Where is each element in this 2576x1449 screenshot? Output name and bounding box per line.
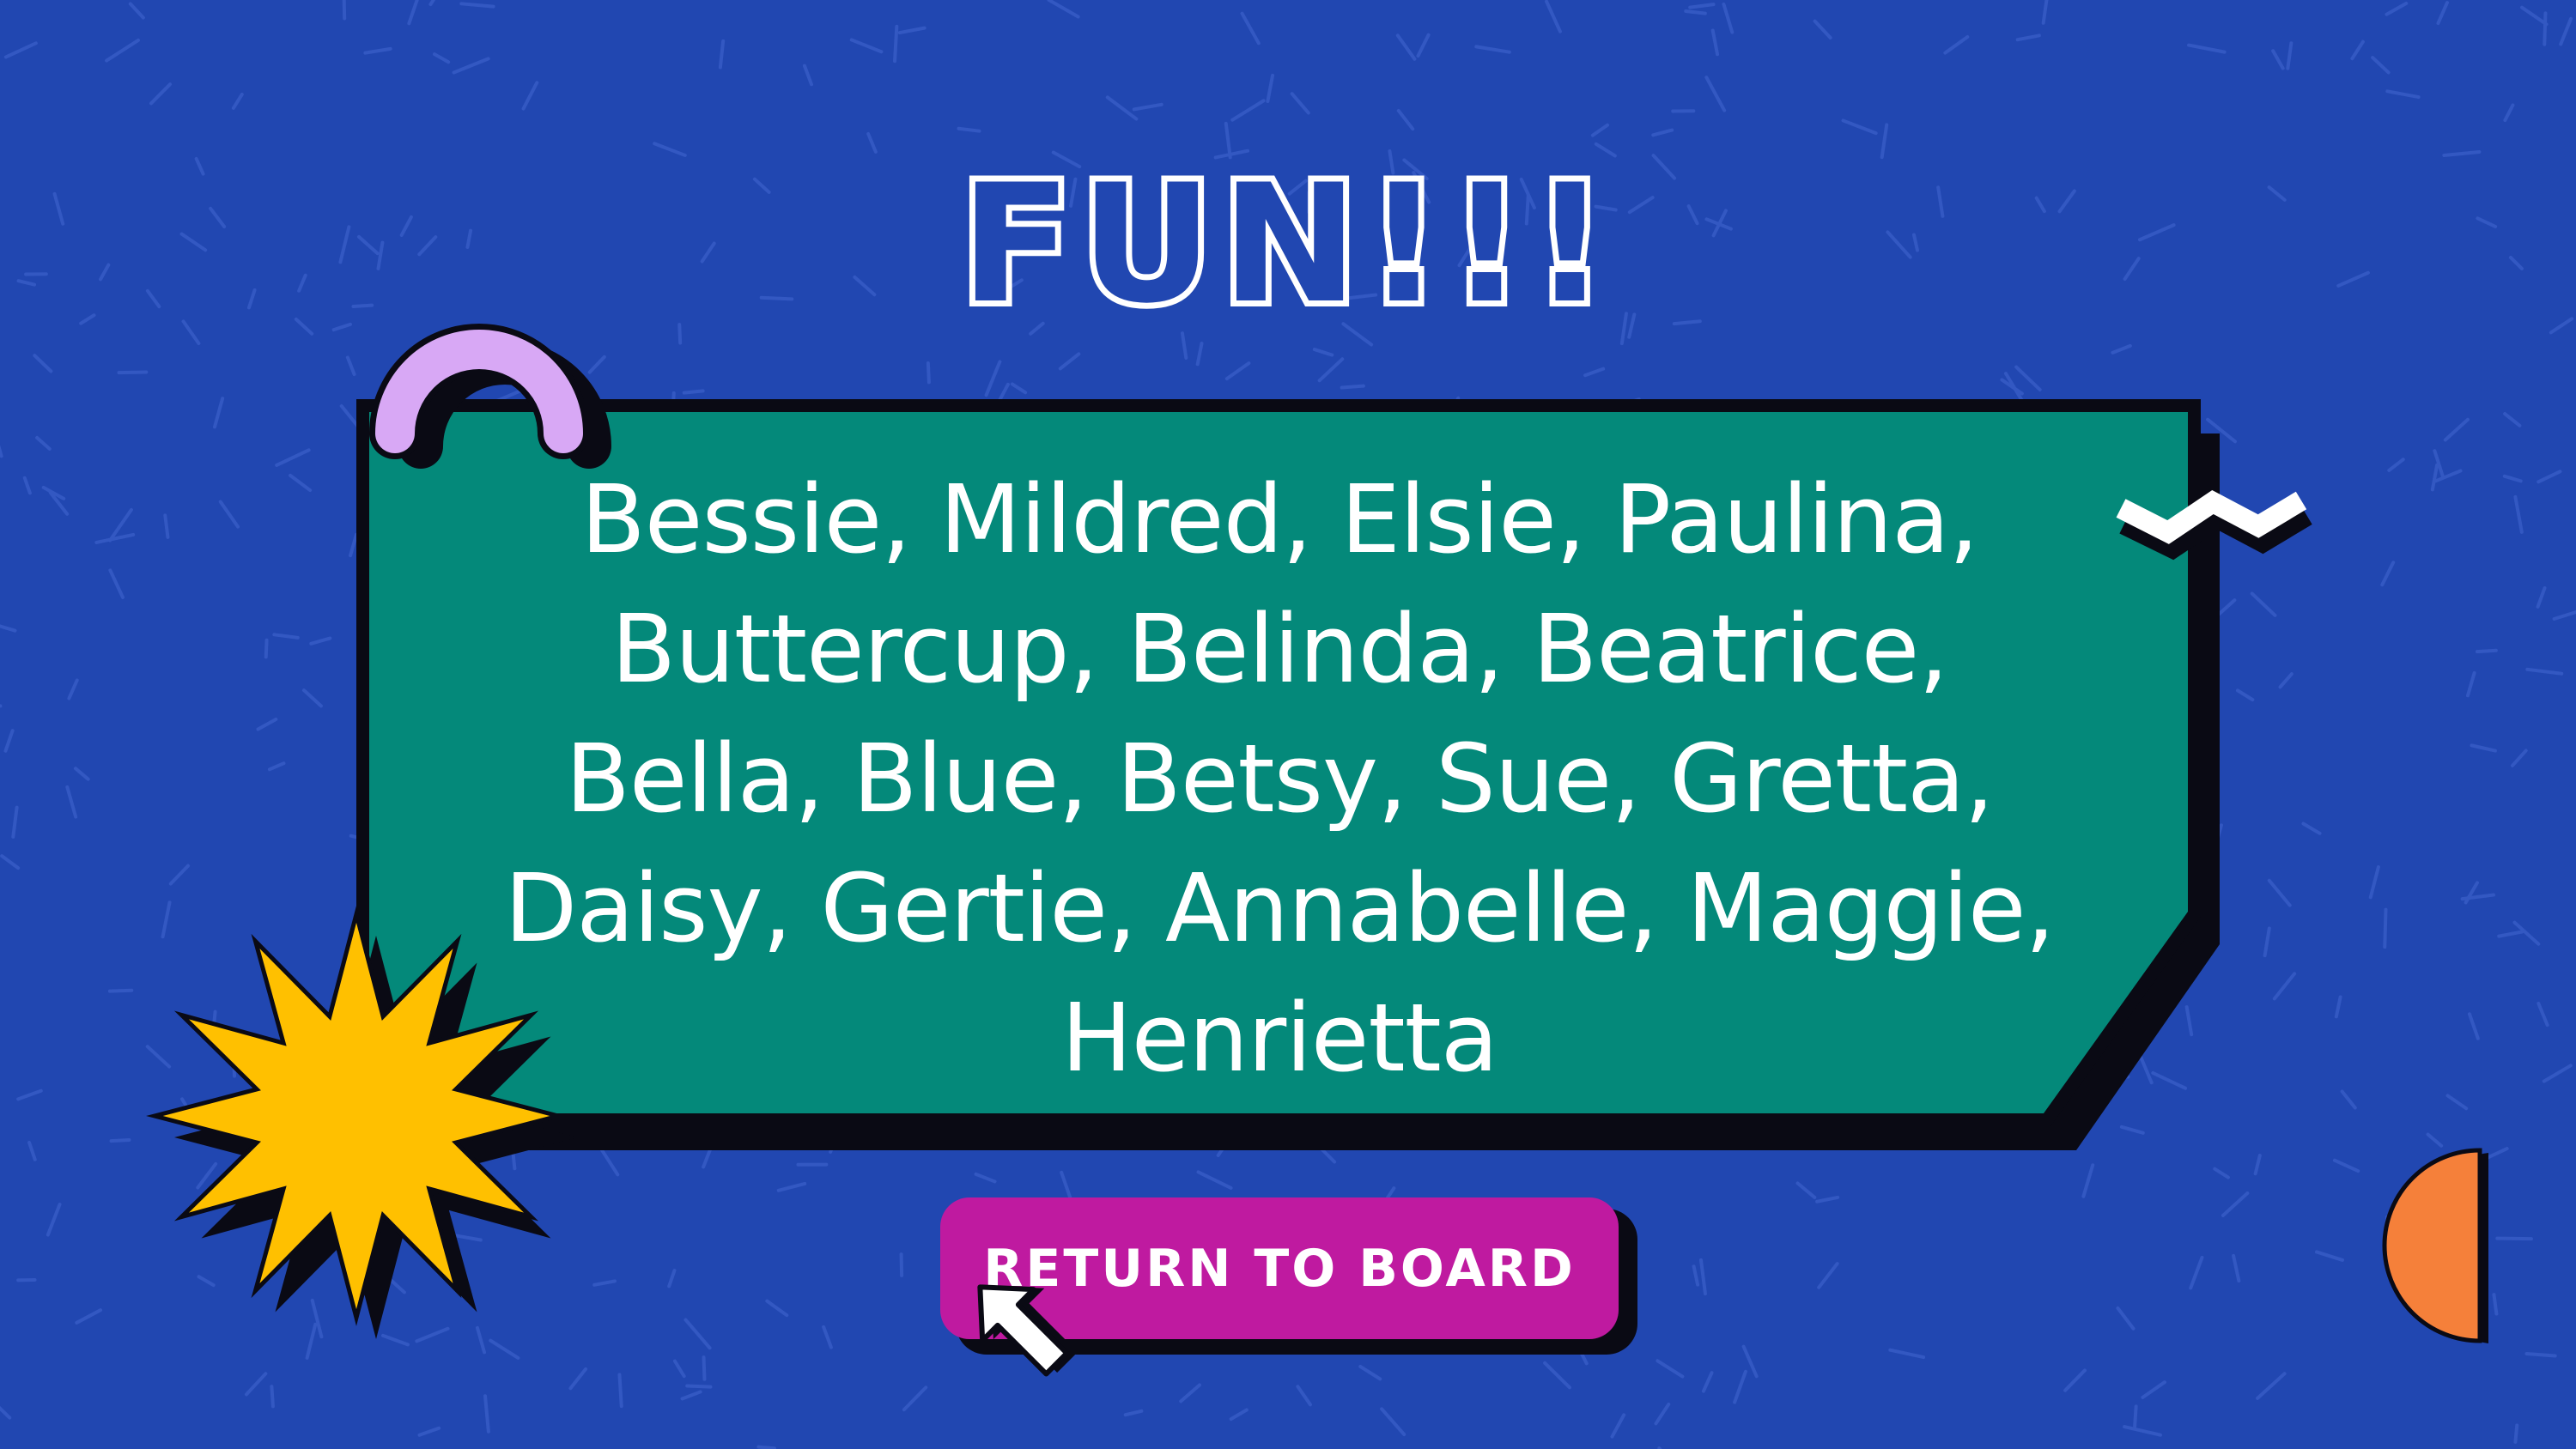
arrow-cursor-icon: [977, 1284, 1078, 1377]
slide: FUN!!! Bessie, Mildred, Elsie, Paulina, …: [0, 0, 2576, 1449]
